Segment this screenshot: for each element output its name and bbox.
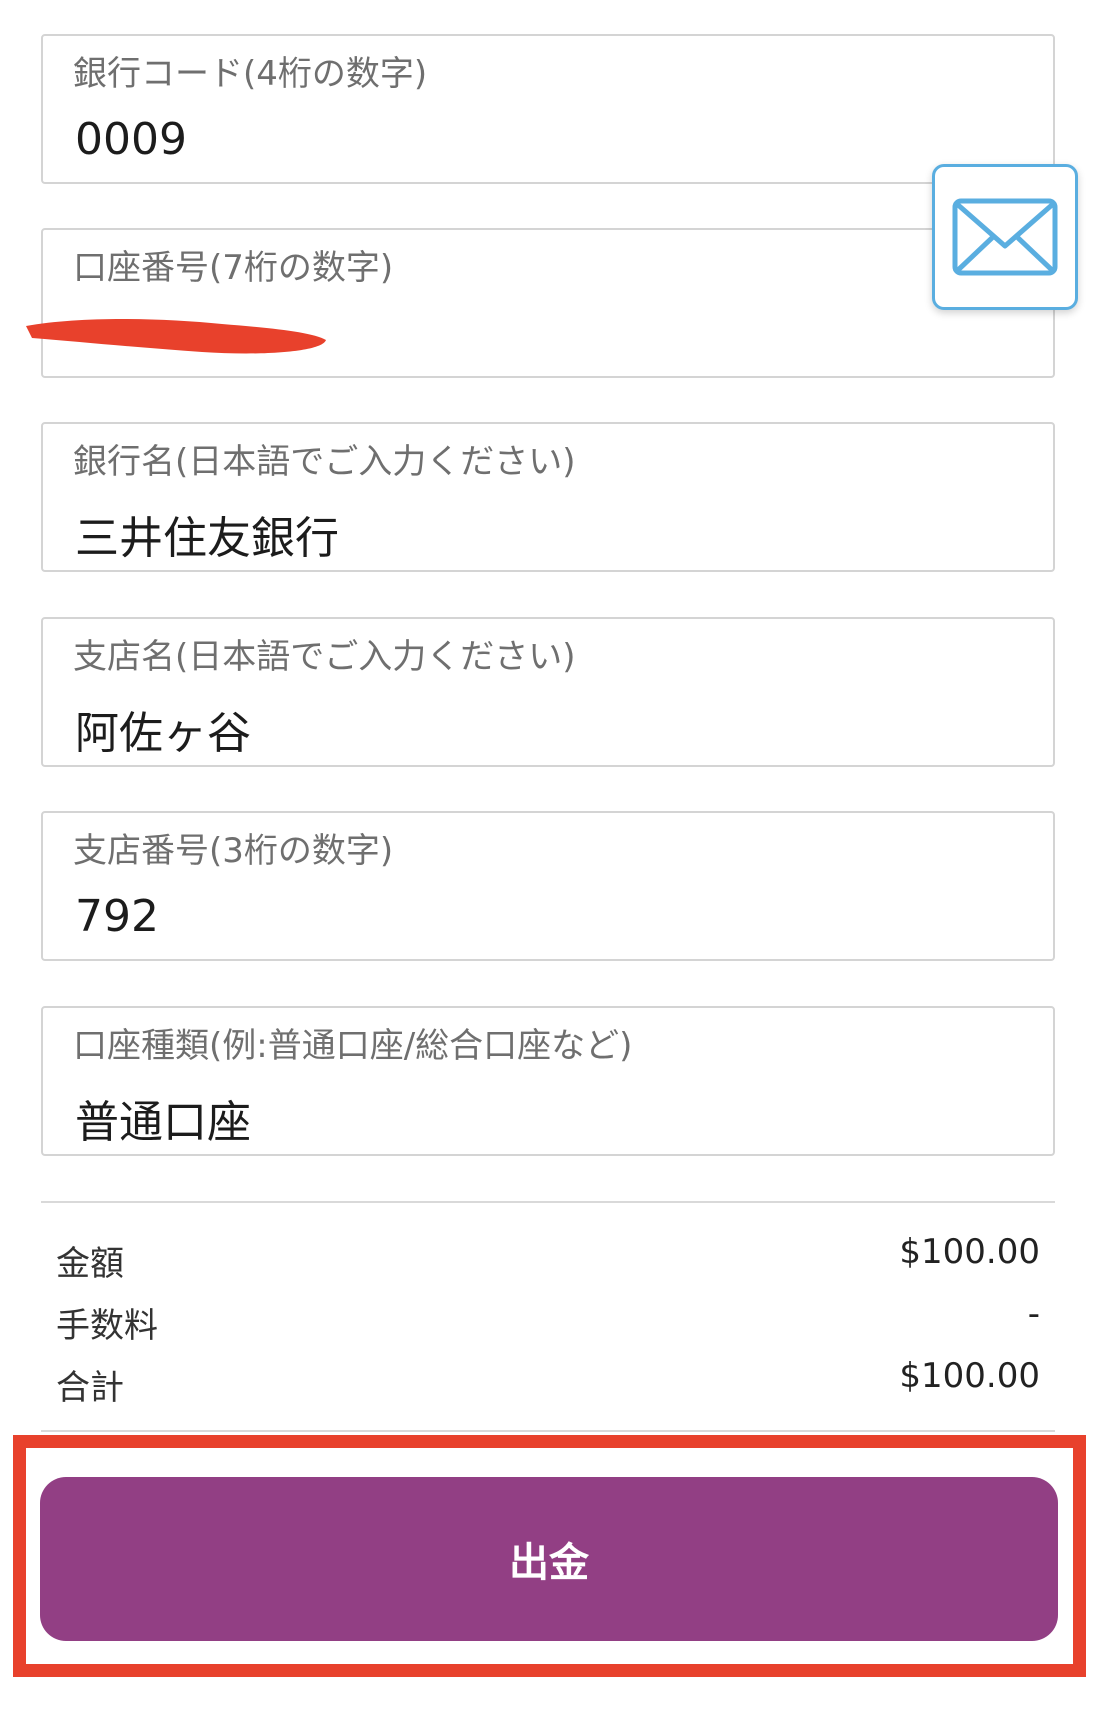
bank-name-field[interactable]: 銀行名(日本語でご入力ください) 三井住友銀行 xyxy=(41,422,1055,572)
amount-value: $100.00 xyxy=(899,1232,1040,1272)
bank-name-label: 銀行名(日本語でご入力ください) xyxy=(73,442,576,482)
summary-bottom-divider xyxy=(41,1430,1055,1432)
fee-label: 手数料 xyxy=(56,1306,158,1346)
total-label: 合計 xyxy=(56,1368,124,1408)
total-value: $100.00 xyxy=(899,1356,1040,1396)
account-number-label: 口座番号(7桁の数字) xyxy=(73,248,394,288)
summary-row-fee: 手数料 - xyxy=(56,1294,1040,1346)
summary-top-divider xyxy=(41,1201,1055,1203)
account-type-label: 口座種類(例:普通口座/総合口座など) xyxy=(73,1026,633,1066)
summary-row-amount: 金額 $100.00 xyxy=(56,1232,1040,1284)
summary-row-total: 合計 $100.00 xyxy=(56,1356,1040,1408)
fee-value: - xyxy=(1027,1294,1040,1334)
branch-number-value[interactable]: 792 xyxy=(75,891,159,942)
amount-label: 金額 xyxy=(56,1244,124,1284)
bank-code-field[interactable]: 銀行コード(4桁の数字) 0009 xyxy=(41,34,1055,184)
branch-name-label: 支店名(日本語でご入力ください) xyxy=(73,637,576,677)
branch-name-value[interactable]: 阿佐ヶ谷 xyxy=(75,697,251,761)
withdraw-button[interactable]: 出金 xyxy=(40,1477,1058,1641)
account-number-field[interactable]: 口座番号(7桁の数字) xyxy=(41,228,1055,378)
bank-name-value[interactable]: 三井住友銀行 xyxy=(75,502,339,566)
bank-code-label: 銀行コード(4桁の数字) xyxy=(73,54,428,94)
branch-name-field[interactable]: 支店名(日本語でご入力ください) 阿佐ヶ谷 xyxy=(41,617,1055,767)
mail-button[interactable] xyxy=(932,164,1078,310)
account-type-value[interactable]: 普通口座 xyxy=(75,1086,251,1150)
branch-number-label: 支店番号(3桁の数字) xyxy=(73,831,394,871)
account-type-field[interactable]: 口座種類(例:普通口座/総合口座など) 普通口座 xyxy=(41,1006,1055,1156)
bank-code-value[interactable]: 0009 xyxy=(75,114,187,165)
branch-number-field[interactable]: 支店番号(3桁の数字) 792 xyxy=(41,811,1055,961)
envelope-icon xyxy=(952,198,1058,276)
